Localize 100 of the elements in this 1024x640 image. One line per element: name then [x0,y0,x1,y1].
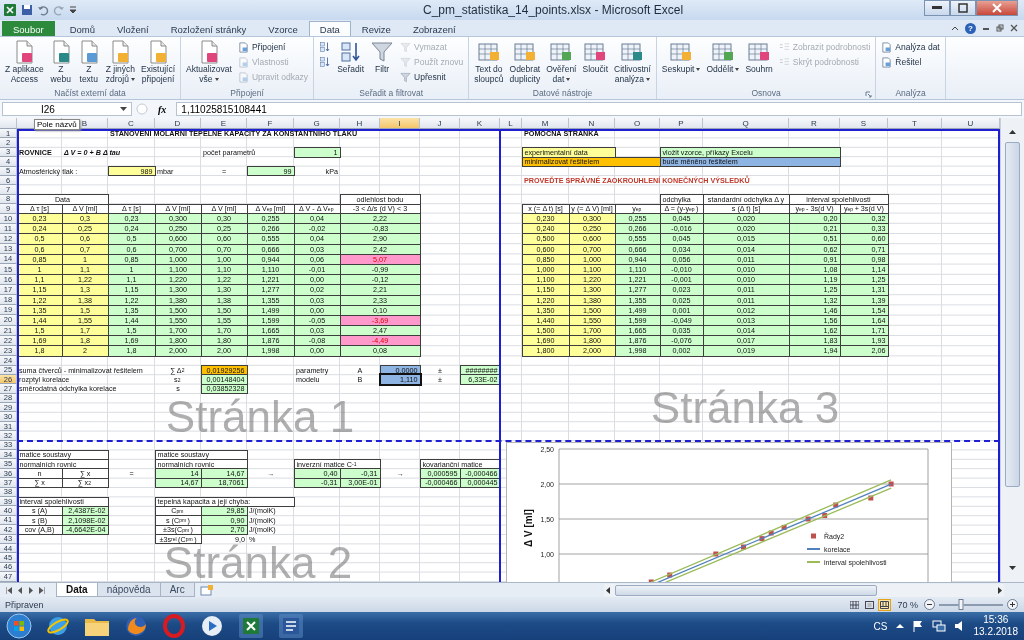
column-header[interactable]: S [840,118,888,129]
ribbon-button[interactable]: Existující připojení [139,39,178,88]
table-icon [549,40,574,64]
ribbon-tab[interactable]: Soubor [2,21,55,36]
ribbon-tab[interactable]: Rozložení stránky [159,21,258,36]
caret-icon[interactable] [120,106,127,112]
sheet-tab[interactable]: Arc [159,583,195,597]
column-header[interactable]: L [500,118,522,129]
ribbon-button[interactable]: Text do sloupců [472,39,506,88]
close-button[interactable] [976,0,1018,16]
ribbon-button[interactable]: Z webu [47,39,74,88]
zoom-out-icon[interactable] [924,599,935,610]
scrollbar-thumb[interactable] [615,584,877,596]
ribbon-button[interactable]: Upřesnit [398,71,466,83]
save-icon[interactable] [21,4,33,16]
chevron-up-icon[interactable] [951,25,959,31]
ribbon-button[interactable]: Odebrat duplicity [507,39,543,88]
ribbon-button[interactable]: Citlivostní analýza [612,39,653,88]
minimize-button[interactable] [924,0,950,16]
left-arrow-icon[interactable] [604,585,612,595]
ribbon-button[interactable]: Souhrn [743,39,775,88]
dialog-launcher-icon[interactable] [865,91,873,98]
list-icon [778,56,790,68]
slider-thumb[interactable] [958,598,964,610]
ribbon-button[interactable]: Oddělit [704,39,742,88]
scrollbar-thumb[interactable] [1005,142,1020,487]
next-sheet-icon[interactable] [28,586,34,594]
column-header[interactable]: Q [703,118,789,129]
ribbon-tab[interactable]: Vložení [106,21,160,36]
name-box[interactable]: I26 [2,102,132,116]
ribbon-button[interactable]: Z textu [75,39,102,88]
zoom-level[interactable]: 70 % [897,599,918,610]
column-header[interactable]: K [460,118,500,129]
ribbon-button[interactable]: Sloučit [580,39,610,88]
ribbon-button[interactable]: Aktualizovat vše [184,39,234,88]
column-header[interactable]: C [108,118,155,129]
ribbon-button[interactable]: Řešitel [879,56,942,68]
ribbon-button[interactable]: Připojení [235,41,311,53]
document-icon[interactable] [278,613,304,639]
column-header[interactable]: N [569,118,615,129]
maximize-button[interactable] [950,0,976,16]
column-header[interactable]: I [380,118,420,129]
ribbon-button[interactable]: Filtr [368,39,397,88]
ribbon-tab[interactable]: Zobrazení [401,21,467,36]
sheet-tab[interactable]: nápověda [96,583,161,597]
column-header[interactable]: R [789,118,840,129]
column-header[interactable]: J [420,118,460,129]
chevron-up-icon[interactable] [895,623,904,629]
column-header[interactable]: P [660,118,703,129]
table-icon [512,40,537,64]
browser-icon[interactable] [46,614,70,638]
table-icon [620,40,645,64]
ribbon-tab[interactable]: Revize [350,21,402,36]
spreadsheet-icon[interactable] [238,613,264,639]
column-header[interactable]: O [615,118,660,129]
status-text: Připraven [5,599,44,610]
ribbon-tab[interactable]: Data [308,21,351,36]
flag-icon[interactable] [911,620,924,632]
formula-field[interactable]: 1,11025815108441 [176,102,1022,116]
previous-sheet-icon[interactable] [17,586,23,594]
vertical-scrollbar[interactable] [1000,118,1024,582]
spreadsheet-icon[interactable] [3,3,17,17]
next-sheet-icon[interactable] [39,586,45,594]
ribbon-button[interactable]: Ověření dat [544,39,579,88]
column-header[interactable]: T [888,118,942,129]
column-header[interactable]: E [201,118,247,129]
start-button[interactable] [6,613,32,639]
close-icon[interactable] [1010,24,1018,32]
column-header[interactable]: D [155,118,201,129]
column-header[interactable]: H [340,118,380,129]
sheet-tab[interactable]: Data [56,583,98,597]
play-icon[interactable] [200,614,224,638]
column-header[interactable]: F [247,118,294,129]
horizontal-scrollbar[interactable] [604,583,1004,597]
column-header[interactable]: G [294,118,340,129]
clock[interactable]: 15:36 13.2.2018 [973,614,1018,638]
column-header[interactable]: M [522,118,569,129]
ribbon-button[interactable]: Seřadit [335,39,367,88]
network-icon[interactable] [931,620,946,632]
ribbon-button[interactable]: Z aplikace Access [3,39,46,88]
language-indicator[interactable]: CS [873,620,888,632]
zoom-in-icon[interactable] [1007,599,1018,610]
browser-icon[interactable] [124,614,148,638]
ribbon-tab[interactable]: Vzorce [257,21,309,36]
insert-function-button[interactable]: fx [152,103,173,115]
caret-icon[interactable] [69,6,77,14]
ribbon-button[interactable]: Seskupit [659,39,703,88]
ribbon-button[interactable]: Analýza dat [879,41,942,53]
restore-icon[interactable] [996,24,1004,32]
view-button[interactable] [848,598,862,611]
right-arrow-icon[interactable] [996,585,1004,595]
view-button[interactable] [878,598,892,611]
column-header[interactable]: U [942,118,1000,129]
axis-title: Δ V [ml] [523,509,534,547]
help-button[interactable]: ? [965,22,976,34]
ribbon-tab[interactable]: Domů [58,21,106,36]
previous-sheet-icon[interactable] [6,586,12,594]
ribbon-button[interactable]: Z jiných zdrojů [103,39,138,88]
view-button[interactable] [863,598,877,611]
undo-icon[interactable] [37,4,49,16]
